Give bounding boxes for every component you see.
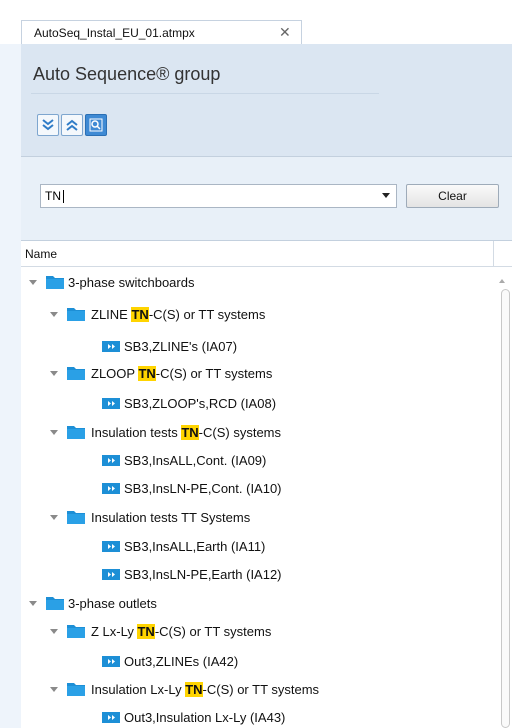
expand-all-icon — [42, 119, 54, 131]
folder-icon — [67, 426, 85, 439]
search-highlight: TN — [131, 307, 149, 322]
search-highlight: TN — [181, 425, 199, 440]
tree-node-label: 3-phase outlets — [68, 596, 157, 611]
text-caret — [63, 190, 64, 203]
group-separator — [31, 93, 379, 94]
tree-node-label: SB3,InsLN-PE,Earth (IA12) — [124, 567, 282, 582]
folder-icon — [46, 597, 64, 610]
column-header-name[interactable]: Name — [25, 247, 57, 261]
expand-icon[interactable] — [29, 280, 37, 285]
tree-node-label: Z Lx-Ly TN-C(S) or TT systems — [91, 624, 272, 639]
expand-all-button[interactable] — [37, 114, 59, 136]
tree-node-label: SB3,ZLINE's (IA07) — [124, 339, 238, 354]
tree-node-label: Out3,ZLINEs (IA42) — [124, 654, 239, 669]
document-tab[interactable]: AutoSeq_Instal_EU_01.atmpx ✕ — [21, 20, 302, 44]
expand-icon[interactable] — [50, 371, 58, 376]
clear-button[interactable]: Clear — [406, 184, 499, 208]
tab-title: AutoSeq_Instal_EU_01.atmpx — [34, 26, 195, 40]
group-title: Auto Sequence® group — [33, 64, 221, 84]
tab-strip: AutoSeq_Instal_EU_01.atmpx ✕ — [0, 0, 512, 44]
tree-node-label: Insulation tests TN-C(S) systems — [91, 425, 282, 440]
sequence-tree: 3-phase switchboards ZLINE TN-C(S) or TT… — [21, 267, 512, 728]
search-icon — [89, 118, 103, 132]
tree-node-label: SB3,InsLN-PE,Cont. (IA10) — [124, 481, 282, 496]
sequence-icon — [102, 483, 120, 494]
column-divider — [493, 241, 494, 267]
expand-icon[interactable] — [50, 515, 58, 520]
folder-icon — [67, 308, 85, 321]
folder-icon — [67, 625, 85, 638]
sequence-icon — [102, 455, 120, 466]
folder-icon — [67, 511, 85, 524]
group-header: Auto Sequence® group — [21, 44, 512, 156]
expand-icon[interactable] — [50, 312, 58, 317]
sequence-icon — [102, 656, 120, 667]
scroll-up-arrow-icon[interactable] — [499, 279, 505, 283]
tree-node-label: 3-phase switchboards — [68, 275, 195, 290]
folder-icon — [46, 276, 64, 289]
search-bar: TN Clear — [21, 156, 512, 241]
folder-icon — [67, 683, 85, 696]
tree-node-label: ZLINE TN-C(S) or TT systems — [91, 307, 266, 322]
column-header: Name — [21, 240, 512, 267]
tree-node-label: SB3,InsALL,Cont. (IA09) — [124, 453, 267, 468]
collapse-all-icon — [66, 119, 78, 131]
expand-icon[interactable] — [50, 629, 58, 634]
tree-node-label: ZLOOP TN-C(S) or TT systems — [91, 366, 273, 381]
sequence-icon — [102, 712, 120, 723]
search-highlight: TN — [137, 624, 155, 639]
tree-node-label: SB3,ZLOOP's,RCD (IA08) — [124, 396, 277, 411]
search-combobox[interactable]: TN — [40, 184, 397, 208]
tree-node-label: SB3,InsALL,Earth (IA11) — [124, 539, 266, 554]
collapse-all-button[interactable] — [61, 114, 83, 136]
search-input[interactable]: TN — [45, 189, 61, 203]
sequence-icon — [102, 569, 120, 580]
search-toggle-button[interactable] — [85, 114, 107, 136]
vertical-scrollbar-thumb[interactable] — [501, 289, 510, 728]
expand-icon[interactable] — [50, 687, 58, 692]
sequence-icon — [102, 541, 120, 552]
sequence-icon — [102, 398, 120, 409]
search-highlight: TN — [138, 366, 156, 381]
tab-close-icon[interactable]: ✕ — [279, 24, 291, 41]
folder-icon — [67, 367, 85, 380]
sequence-icon — [102, 341, 120, 352]
tree-node-label: Insulation tests TT Systems — [91, 510, 251, 525]
tree-node-label: Insulation Lx-Ly TN-C(S) or TT systems — [91, 682, 320, 697]
expand-icon[interactable] — [50, 430, 58, 435]
tree-node-label: Out3,Insulation Lx-Ly (IA43) — [124, 710, 286, 725]
dropdown-arrow-icon[interactable] — [382, 193, 390, 198]
expand-icon[interactable] — [29, 601, 37, 606]
search-highlight: TN — [185, 682, 203, 697]
